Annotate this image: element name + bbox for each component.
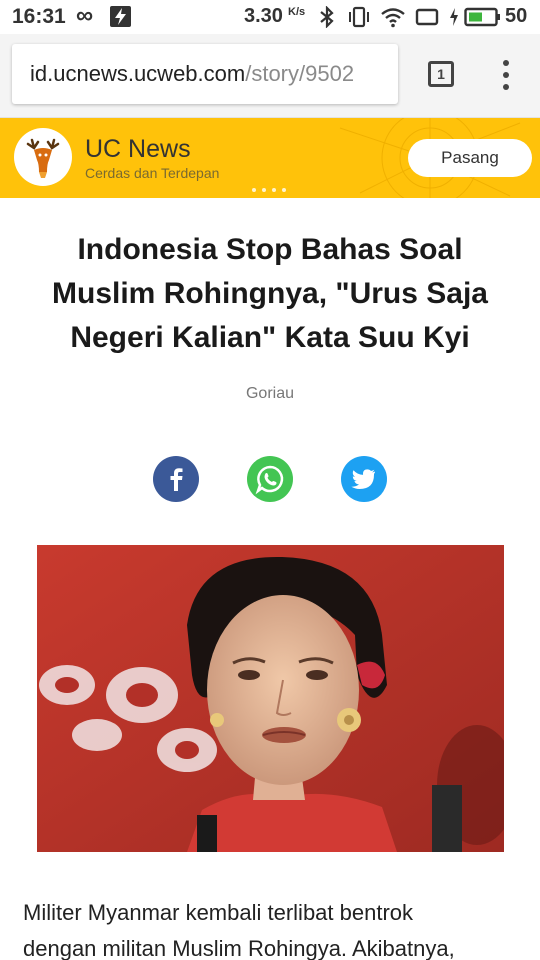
facebook-icon — [170, 468, 183, 491]
status-time: 16:31 — [12, 5, 66, 28]
carousel-dots — [252, 188, 292, 194]
battery-icon — [464, 7, 500, 27]
tab-switcher-button[interactable]: 1 — [428, 61, 454, 87]
install-button[interactable]: Pasang — [408, 139, 532, 177]
flash-icon — [110, 6, 131, 27]
overflow-menu-icon[interactable] — [496, 60, 516, 90]
uc-news-logo — [14, 128, 72, 186]
charging-icon — [450, 8, 458, 26]
bluetooth-icon — [320, 6, 334, 28]
network-speed: 3.30 — [244, 5, 283, 27]
wifi-icon — [381, 8, 405, 28]
article-photo — [37, 545, 504, 852]
cast-screen-icon — [415, 8, 439, 26]
vibrate-icon — [349, 6, 369, 28]
headline-line: Negeri Kalian" Kata Suu Kyi — [70, 321, 470, 354]
battery-percent: 50 — [505, 5, 528, 27]
share-facebook-button[interactable] — [153, 456, 199, 502]
share-twitter-button[interactable] — [341, 456, 387, 502]
body-line: dengan militan Muslim Rohingya. Akibatny… — [23, 936, 455, 960]
url-path: /story/9502 — [245, 61, 355, 86]
headline-line: Indonesia Stop Bahas Soal — [77, 233, 463, 266]
uc-news-banner[interactable]: UC News Cerdas dan Terdepan Pasang — [0, 118, 540, 198]
browser-toolbar: id.ucnews.ucweb.com/story/9502 1 — [0, 34, 540, 118]
address-bar[interactable]: id.ucnews.ucweb.com/story/9502 — [12, 44, 398, 104]
url-text: id.ucnews.ucweb.com/story/9502 — [30, 61, 354, 87]
headline-line: Muslim Rohingnya, "Urus Saja — [52, 277, 488, 310]
article-source: Goriau — [245, 385, 295, 402]
whatsapp-icon — [255, 465, 284, 495]
status-bar: 16:31 ∞ 3.30 K/s 50 — [0, 0, 540, 34]
article-image — [37, 545, 504, 852]
body-line: Militer Myanmar kembali terlibat bentrok — [23, 900, 414, 925]
deer-logo-icon — [26, 138, 60, 178]
banner-app-name: UC News — [85, 135, 191, 163]
twitter-icon — [351, 469, 375, 489]
infinity-icon: ∞ — [76, 2, 94, 29]
share-whatsapp-button[interactable] — [247, 456, 293, 502]
url-host: id.ucnews.ucweb.com — [30, 61, 246, 86]
banner-tagline: Cerdas dan Terdepan — [85, 165, 220, 181]
article-headline: Indonesia Stop Bahas Soal Muslim Rohingn… — [30, 228, 510, 360]
network-speed-unit: K/s — [288, 6, 306, 18]
article-body: Militer Myanmar kembali terlibat bentrok… — [23, 895, 523, 960]
